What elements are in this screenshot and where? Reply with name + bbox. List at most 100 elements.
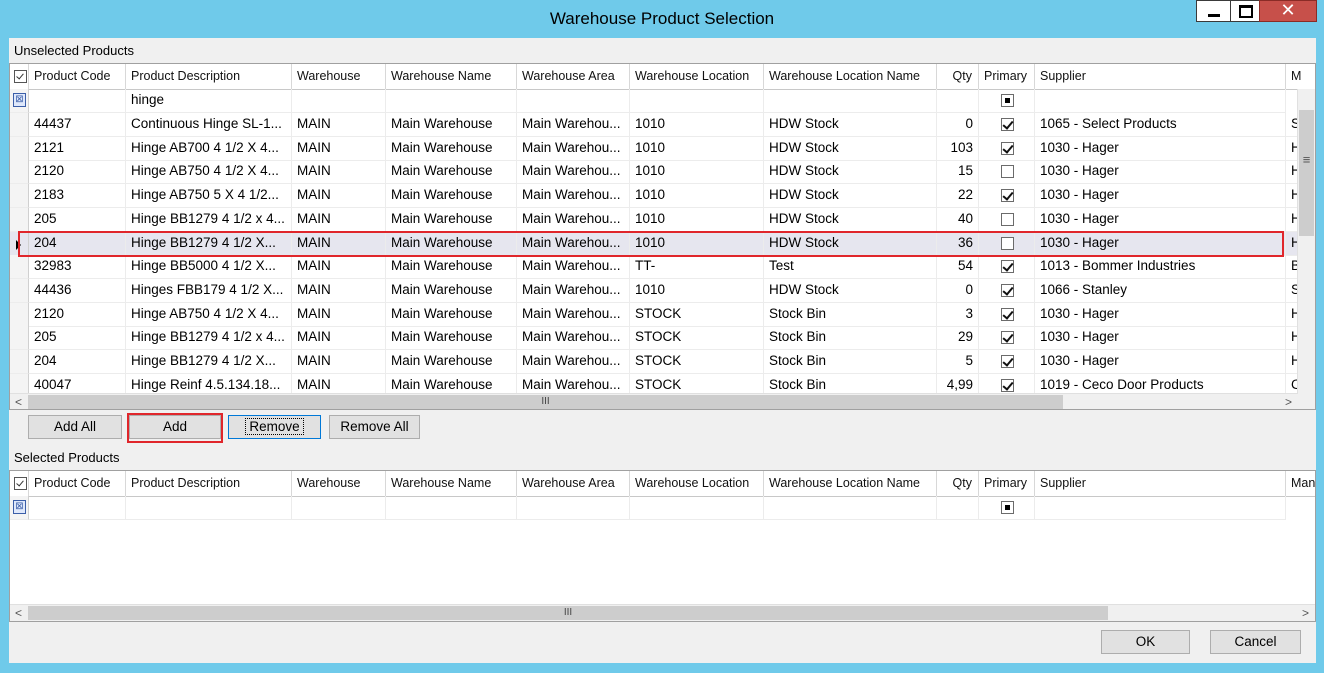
unselected-col-7[interactable]: Qty: [937, 64, 979, 89]
row-header[interactable]: [10, 160, 29, 185]
table-row[interactable]: 44436 Hinges FBB179 4 1/2 X... MAIN Main Wa…: [10, 278, 1315, 303]
table-row[interactable]: 204 Hinge BB1279 4 1/2 X... MAIN Main Wareh…: [10, 350, 1315, 374]
row-header[interactable]: [10, 278, 29, 303]
unselected-filter-code[interactable]: [29, 89, 126, 113]
unselected-col-9[interactable]: Supplier: [1035, 64, 1286, 89]
table-row[interactable]: 2120 Hinge AB750 4 1/2 X 4... MAIN Main War…: [10, 302, 1315, 327]
selected-filter-primary[interactable]: [979, 496, 1035, 520]
primary-checkbox[interactable]: [1001, 307, 1014, 321]
selected-col-5[interactable]: Warehouse Location: [630, 471, 764, 496]
primary-checkbox[interactable]: [1001, 260, 1014, 274]
ok-button[interactable]: OK: [1101, 630, 1190, 654]
table-row[interactable]: 32983 Hinge BB5000 4 1/2 X... MAIN Main War…: [10, 255, 1315, 280]
selected-col-6[interactable]: Warehouse Location Name: [764, 471, 937, 496]
row-header[interactable]: [10, 207, 29, 232]
selected-hscroll-thumb[interactable]: III: [28, 606, 1108, 620]
unselected-filter-desc[interactable]: hinge: [126, 89, 292, 113]
unselected-filter-primary[interactable]: [979, 89, 1035, 113]
minimize-button[interactable]: [1196, 0, 1231, 22]
selected-filter-locname[interactable]: [764, 496, 937, 520]
remove-button[interactable]: Remove: [228, 415, 321, 439]
row-header[interactable]: [10, 113, 29, 137]
primary-checkbox[interactable]: [1001, 118, 1014, 131]
table-row[interactable]: 2183 Hinge AB750 5 X 4 1/2... MAIN Main War…: [10, 184, 1315, 209]
unselected-col-2[interactable]: Warehouse: [292, 64, 386, 89]
maximize-button[interactable]: [1230, 0, 1260, 22]
scroll-left-icon[interactable]: <: [10, 605, 27, 621]
row-header[interactable]: [10, 302, 29, 327]
unselected-vscroll-thumb[interactable]: ≡: [1299, 110, 1314, 236]
unselected-col-10[interactable]: M: [1286, 64, 1315, 89]
unselected-horizontal-scrollbar[interactable]: < III >: [10, 393, 1300, 409]
selected-filter-supplier[interactable]: [1035, 496, 1286, 520]
scroll-left-icon[interactable]: <: [10, 394, 27, 409]
primary-filter-checkbox[interactable]: [1001, 501, 1014, 514]
selected-col-0[interactable]: Product Code: [29, 471, 126, 496]
primary-checkbox[interactable]: [1001, 355, 1014, 368]
unselected-filter-locname[interactable]: [764, 89, 937, 113]
column-chooser-button[interactable]: [10, 64, 29, 89]
cancel-button[interactable]: Cancel: [1210, 630, 1301, 654]
close-button[interactable]: ✕: [1259, 0, 1317, 22]
selected-filter-desc[interactable]: [126, 496, 292, 520]
primary-checkbox[interactable]: [1001, 331, 1014, 345]
row-header[interactable]: [10, 326, 29, 351]
column-chooser-button[interactable]: [10, 471, 29, 496]
row-header[interactable]: [10, 350, 29, 374]
add-all-button[interactable]: Add All: [28, 415, 122, 439]
selected-horizontal-scrollbar[interactable]: < III >: [10, 604, 1315, 621]
unselected-hscroll-thumb[interactable]: III: [28, 395, 1063, 409]
selected-filter-area[interactable]: [517, 496, 630, 520]
primary-checkbox[interactable]: [1001, 378, 1014, 392]
selected-filter-code[interactable]: [29, 496, 126, 520]
row-header[interactable]: [10, 255, 29, 280]
primary-checkbox[interactable]: [1001, 212, 1014, 226]
primary-checkbox[interactable]: [1001, 189, 1014, 203]
remove-all-button[interactable]: Remove All: [329, 415, 420, 439]
unselected-col-4[interactable]: Warehouse Area: [517, 64, 630, 89]
selected-col-7[interactable]: Qty: [937, 471, 979, 496]
unselected-filter-qty[interactable]: [937, 89, 979, 113]
unselected-filter-area[interactable]: [517, 89, 630, 113]
primary-filter-checkbox[interactable]: [1001, 94, 1014, 107]
scroll-right-icon[interactable]: >: [1297, 605, 1314, 621]
selected-filter-loc[interactable]: [630, 496, 764, 520]
table-row[interactable]: 205 Hinge BB1279 4 1/2 x 4... MAIN Main War…: [10, 207, 1315, 232]
row-header[interactable]: [10, 231, 29, 256]
unselected-col-6[interactable]: Warehouse Location Name: [764, 64, 937, 89]
selected-col-2[interactable]: Warehouse: [292, 471, 386, 496]
unselected-col-8[interactable]: Primary: [979, 64, 1035, 89]
unselected-col-3[interactable]: Warehouse Name: [386, 64, 517, 89]
unselected-filter-loc[interactable]: [630, 89, 764, 113]
unselected-col-1[interactable]: Product Description: [126, 64, 292, 89]
scroll-right-icon[interactable]: >: [1280, 394, 1297, 409]
unselected-col-0[interactable]: Product Code: [29, 64, 126, 89]
row-header[interactable]: [10, 136, 29, 161]
selected-col-4[interactable]: Warehouse Area: [517, 471, 630, 496]
table-row[interactable]: 204 Hinge BB1279 4 1/2 X... MAIN Main Wareh…: [10, 231, 1315, 256]
primary-checkbox[interactable]: [1001, 165, 1014, 179]
unselected-col-5[interactable]: Warehouse Location: [630, 64, 764, 89]
add-button[interactable]: Add: [129, 415, 221, 439]
table-row[interactable]: 44437 Continuous Hinge SL-1... MAIN Main Wa…: [10, 113, 1315, 137]
primary-checkbox[interactable]: [1001, 236, 1014, 250]
row-header[interactable]: [10, 184, 29, 209]
filter-icon[interactable]: ⊠: [13, 500, 26, 514]
primary-checkbox[interactable]: [1001, 283, 1014, 297]
selected-filter-whname[interactable]: [386, 496, 517, 520]
selected-col-8[interactable]: Primary: [979, 471, 1035, 496]
selected-filter-wh[interactable]: [292, 496, 386, 520]
selected-col-3[interactable]: Warehouse Name: [386, 471, 517, 496]
filter-icon[interactable]: ⊠: [13, 93, 26, 107]
unselected-filter-supplier[interactable]: [1035, 89, 1286, 113]
unselected-filter-wh[interactable]: [292, 89, 386, 113]
table-row[interactable]: 205 Hinge BB1279 4 1/2 x 4... MAIN Main War…: [10, 326, 1315, 351]
selected-col-1[interactable]: Product Description: [126, 471, 292, 496]
unselected-vertical-scrollbar[interactable]: ≡: [1297, 89, 1315, 393]
table-row[interactable]: 2120 Hinge AB750 4 1/2 X 4... MAIN Main War…: [10, 160, 1315, 185]
selected-col-9[interactable]: Supplier: [1035, 471, 1286, 496]
primary-checkbox[interactable]: [1001, 141, 1014, 155]
table-row[interactable]: 2121 Hinge AB700 4 1/2 X 4... MAIN Main War…: [10, 136, 1315, 161]
unselected-filter-whname[interactable]: [386, 89, 517, 113]
selected-filter-qty[interactable]: [937, 496, 979, 520]
